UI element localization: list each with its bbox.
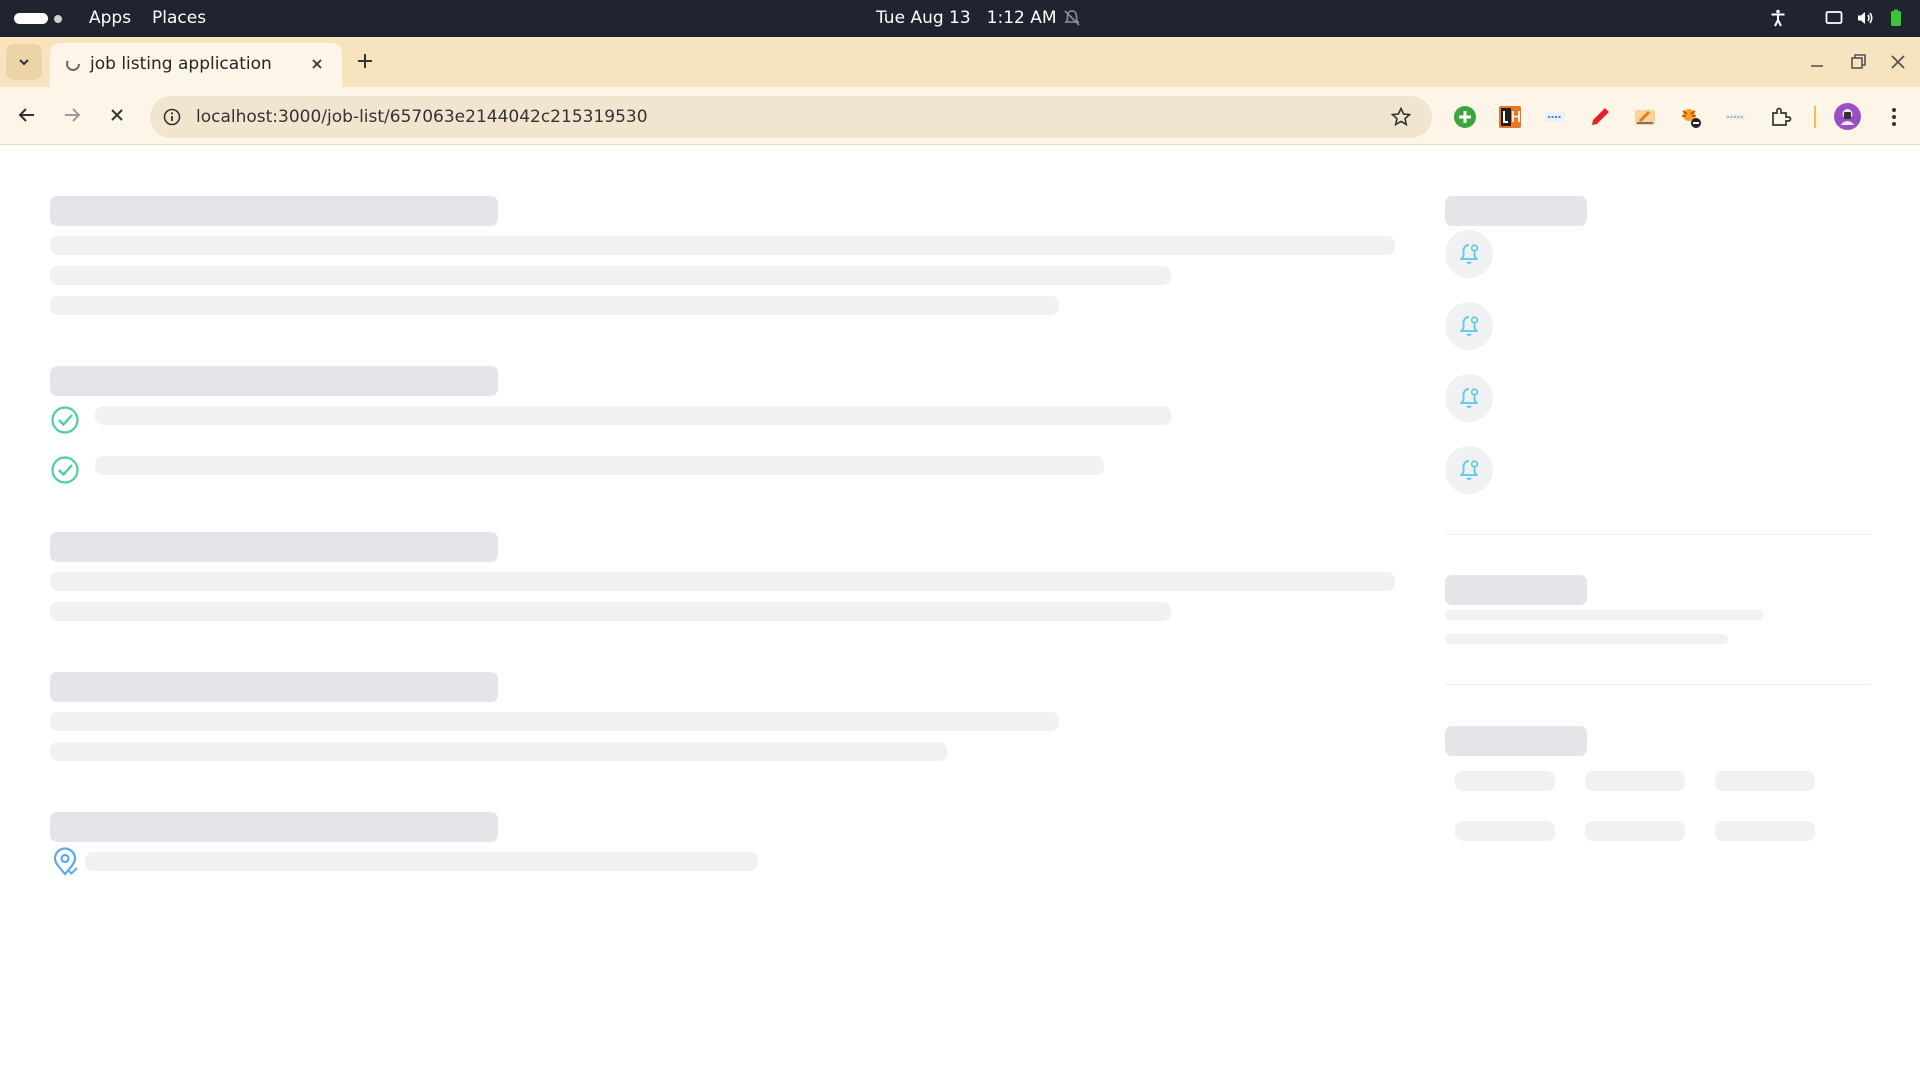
activities-indicator[interactable] [14, 13, 62, 24]
skeleton-tag [1585, 821, 1685, 841]
loading-favicon-icon [66, 57, 80, 71]
skeleton-line [50, 712, 1059, 731]
places-menu[interactable]: Places [152, 8, 206, 28]
volume-icon[interactable] [1855, 8, 1875, 28]
screen-share-icon[interactable] [1824, 8, 1844, 28]
skeleton-tag [1715, 771, 1815, 791]
restore-window-icon[interactable] [1846, 50, 1870, 74]
skeleton-line [50, 266, 1171, 285]
tab-title: job listing application [90, 54, 272, 74]
extension-icon-7[interactable] [1723, 105, 1747, 129]
skeleton-tag [1715, 821, 1815, 841]
skeleton-line [50, 572, 1395, 591]
pen-extension-icon[interactable] [1588, 105, 1612, 129]
battery-icon[interactable] [1886, 8, 1906, 28]
skeleton-tag [1455, 771, 1555, 791]
sidebar-divider [1445, 534, 1870, 535]
bug-extension-icon[interactable] [1678, 105, 1702, 129]
bell-icon [1459, 244, 1479, 264]
skeleton-tag [1455, 821, 1555, 841]
add-extension-icon[interactable] [1453, 105, 1477, 129]
check-circle-icon [51, 406, 79, 434]
location-pin-icon [53, 847, 78, 876]
bell-badge [1445, 374, 1493, 422]
accessibility-icon[interactable] [1768, 8, 1788, 28]
bell-badge [1445, 230, 1493, 278]
skeleton-line [50, 236, 1395, 255]
bell-icon [1459, 460, 1479, 480]
skeleton-line [50, 742, 947, 761]
new-tab-icon[interactable] [353, 49, 377, 73]
edit-extension-icon[interactable] [1633, 105, 1657, 129]
tab-search-button[interactable] [6, 44, 42, 80]
profile-avatar[interactable] [1834, 103, 1861, 130]
close-tab-icon[interactable] [306, 53, 328, 75]
bookmark-star-icon[interactable] [1390, 106, 1412, 128]
skeleton-heading [1445, 726, 1587, 756]
sidebar-divider [1445, 684, 1870, 685]
check-circle-icon [51, 456, 79, 484]
skeleton-tag [1585, 771, 1685, 791]
skeleton-line [1445, 634, 1728, 644]
system-top-bar: Apps Places Tue Aug 13 1:12 AM [0, 0, 1920, 37]
skeleton-heading [50, 672, 498, 702]
skeleton-line [50, 602, 1171, 621]
skeleton-heading [1445, 575, 1587, 605]
extension-icon-3[interactable] [1543, 105, 1567, 129]
skeleton-line [85, 852, 758, 871]
skeleton-line [95, 406, 1171, 425]
skeleton-heading [50, 196, 498, 226]
skeleton-line [50, 296, 1059, 315]
avatar-icon [1840, 109, 1855, 125]
lh-extension-icon[interactable] [1498, 105, 1522, 129]
tab-strip: job listing application [0, 37, 1920, 87]
job-detail-skeleton [0, 146, 1920, 1080]
stop-loading-icon[interactable] [104, 102, 130, 128]
minimize-window-icon[interactable] [1805, 50, 1829, 74]
skeleton-line [95, 456, 1104, 475]
bell-icon [1459, 388, 1479, 408]
bell-badge [1445, 302, 1493, 350]
skeleton-heading [50, 812, 498, 842]
address-bar[interactable]: localhost:3000/job-list/657063e2144042c2… [150, 96, 1432, 138]
clock[interactable]: Tue Aug 13 1:12 AM [876, 8, 1073, 28]
bell-icon [1459, 316, 1479, 336]
time-label: 1:12 AM [986, 8, 1057, 28]
close-window-icon[interactable] [1886, 50, 1910, 74]
site-info-icon[interactable] [162, 107, 182, 127]
url-text: localhost:3000/job-list/657063e2144042c2… [196, 107, 648, 127]
puzzle-extensions-icon[interactable] [1769, 105, 1793, 129]
apps-menu[interactable]: Apps [89, 8, 131, 28]
browser-menu-icon[interactable] [1884, 104, 1904, 130]
browser-toolbar: localhost:3000/job-list/657063e2144042c2… [0, 87, 1920, 145]
chevron-down-icon [19, 59, 29, 66]
skeleton-heading [50, 366, 498, 396]
notifications-muted-icon [1064, 10, 1080, 26]
skeleton-heading [1445, 196, 1587, 226]
skeleton-line [1445, 610, 1764, 620]
skeleton-heading [50, 532, 498, 562]
bell-badge [1445, 446, 1493, 494]
date-label: Tue Aug 13 [876, 8, 971, 28]
forward-arrow-icon[interactable] [59, 102, 85, 128]
back-arrow-icon[interactable] [14, 102, 40, 128]
toolbar-separator [1814, 106, 1816, 128]
tab-job-listing[interactable]: job listing application [50, 43, 342, 87]
